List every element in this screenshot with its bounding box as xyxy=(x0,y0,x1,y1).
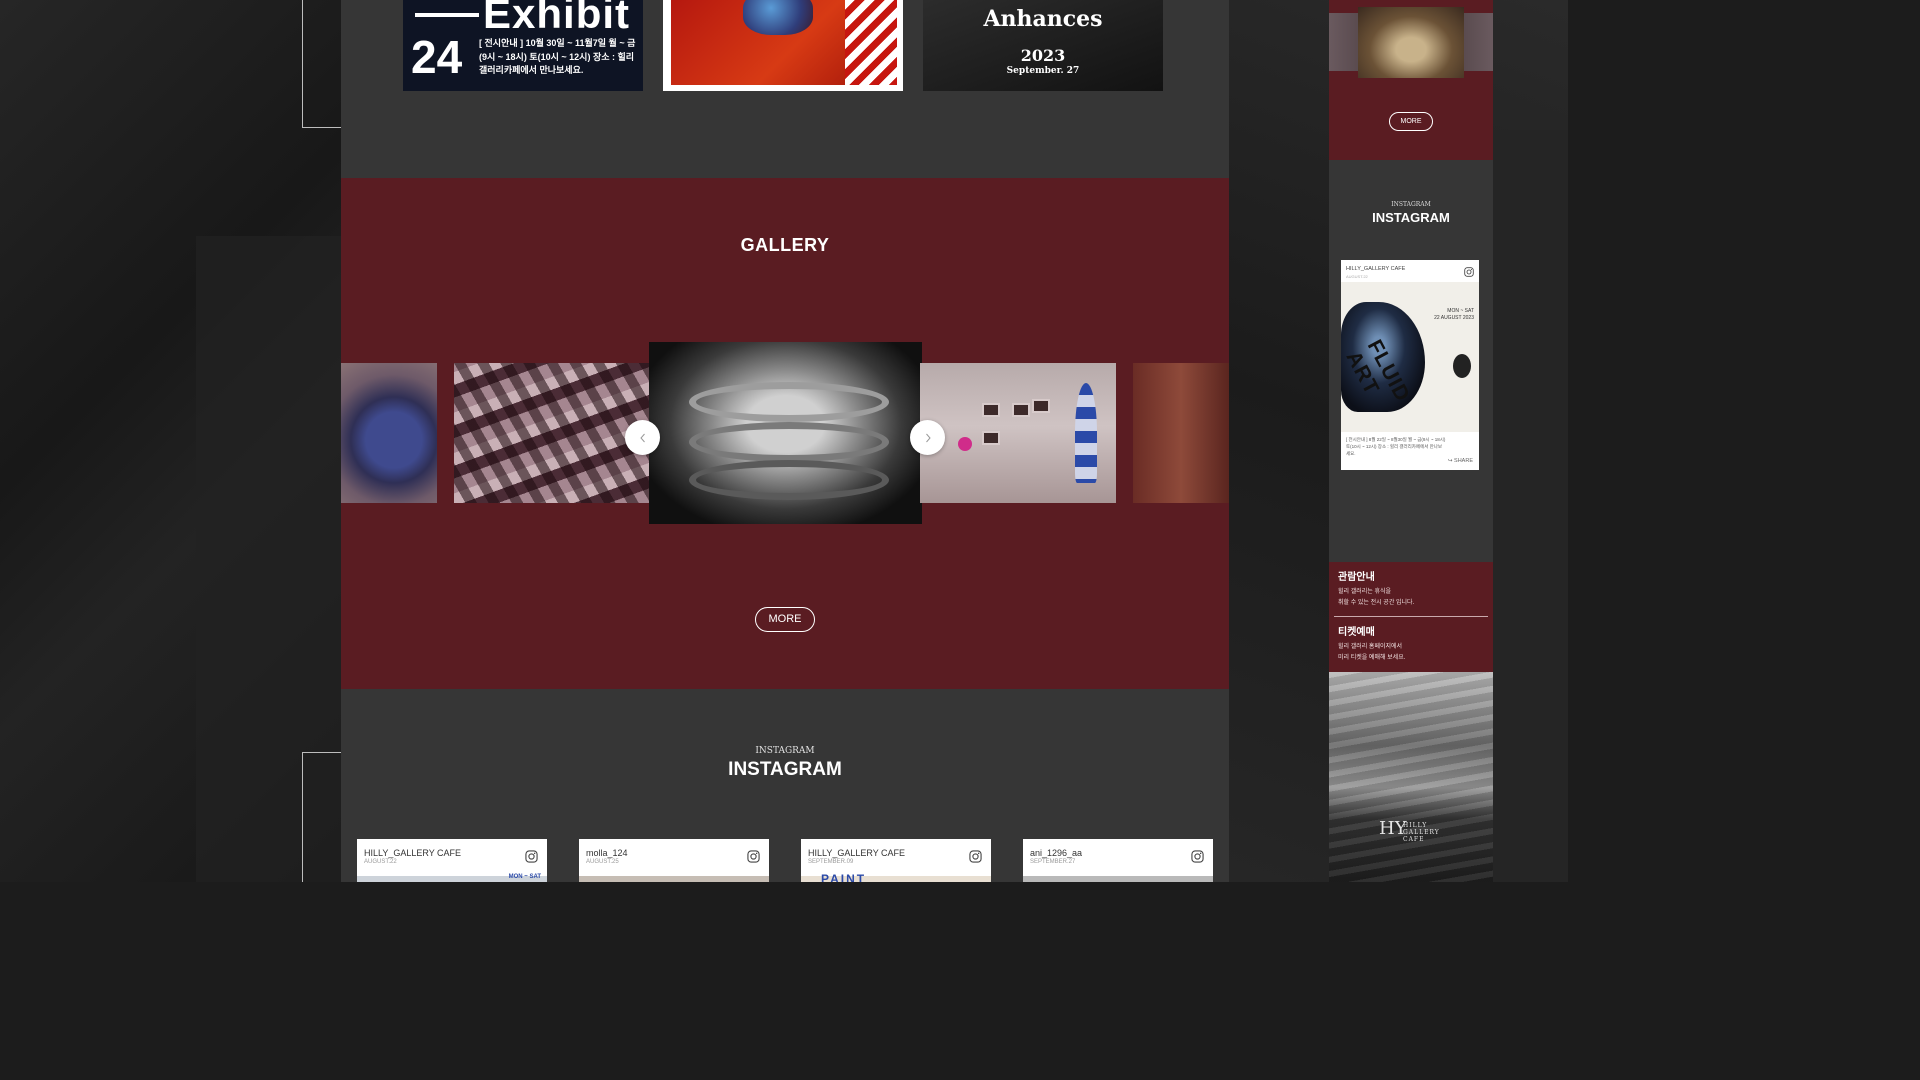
exhibit-word: Exhibit xyxy=(483,0,631,37)
exhibit-number: 24 xyxy=(411,31,463,83)
post-image-text: PAINT xyxy=(821,872,867,882)
chevron-left-icon xyxy=(639,433,645,442)
gallery-title: GALLERY xyxy=(740,235,830,255)
post-image: PAINT xyxy=(801,872,991,882)
post-image xyxy=(1023,876,1213,882)
ticket-heading[interactable]: 티켓예매 xyxy=(1338,623,1375,638)
logo-line: GALLERY xyxy=(1403,829,1440,836)
rocket-sculpture xyxy=(1075,383,1097,483)
visitor-info-line: 힐리 갤러리는 휴식을 xyxy=(1338,589,1392,595)
instagram-title: INSTAGRAM xyxy=(728,759,842,780)
ticket-line: 미리 티켓을 예매해 보세요. xyxy=(1338,655,1406,661)
poster-tagline-date: 22 AUGUST 2023 xyxy=(1434,315,1474,321)
exhibit-date: September. 27 xyxy=(1006,66,1080,76)
share-label: SHARE xyxy=(1454,458,1473,464)
post-user: HILLY_GALLERY CAFE xyxy=(1346,266,1406,272)
gallery-image-rocket-room[interactable] xyxy=(920,363,1116,503)
exhibit-year: 2023 xyxy=(1020,46,1066,65)
logo-line: CAFE xyxy=(1403,836,1425,843)
gallery-image-classic-hall[interactable] xyxy=(1133,363,1229,503)
chevron-right-icon xyxy=(925,433,931,442)
gallery-prev-button[interactable] xyxy=(625,420,660,455)
visitor-info-heading: 관람안내 xyxy=(1338,572,1375,583)
pebble-image xyxy=(1453,354,1471,378)
instagram-post[interactable]: ani_1296_aa SEPTEMBER.27 xyxy=(1023,839,1213,882)
exhibit-card-exhibit[interactable]: Exhibit 24 [ 전시안내 ] 10월 30일 ~ 11월7일 월 ~ … xyxy=(403,0,643,91)
post-date: AUGUST.22 xyxy=(364,859,397,865)
gallery-image-balloon-dog[interactable] xyxy=(341,363,437,503)
ring xyxy=(689,422,889,462)
sidebar-more-button[interactable]: MORE xyxy=(1389,112,1433,131)
sculpture xyxy=(958,437,972,451)
background-right-panel xyxy=(1493,130,1568,882)
post-user: HILLY_GALLERY CAFE xyxy=(808,848,906,858)
gallery-more-button[interactable]: MORE xyxy=(755,607,815,632)
gallery-image-featured-architecture[interactable] xyxy=(649,342,922,524)
exhibit-info: [ 전시안내 ] 10월 30일 ~ 11월7일 월 ~ 금(9시 ~ 18시)… xyxy=(479,38,636,75)
post-image xyxy=(579,876,769,882)
post-date: AUGUST.22 xyxy=(1346,274,1368,279)
exhibit-card-poster[interactable] xyxy=(663,0,903,91)
ring xyxy=(689,460,889,500)
gallery-image-facade[interactable] xyxy=(454,363,650,503)
exhibit-card-anhances[interactable]: Anhances 2023 September. 27 xyxy=(923,0,1163,91)
divider xyxy=(1334,616,1488,617)
poster-tagline-days: MON ~ SAT xyxy=(1447,308,1474,314)
instagram-eyebrow: INSTAGRAM xyxy=(755,746,815,756)
post-date: SEPTEMBER.09 xyxy=(808,859,854,865)
sidebar-instagram-eyebrow: INSTAGRAM xyxy=(1391,201,1431,208)
frame xyxy=(982,431,1000,445)
mobile-preview-sidebar: MORE INSTAGRAM INSTAGRAM HILLY_GALLERY C… xyxy=(1329,0,1493,882)
instagram-icon[interactable] xyxy=(1191,850,1204,863)
post-user: HILLY_GALLERY CAFE xyxy=(364,848,462,858)
poster-stripes xyxy=(845,0,897,85)
post-date: SEPTEMBER.27 xyxy=(1030,859,1076,865)
gallery-section: GALLERY MORE xyxy=(341,178,1229,689)
ticket-line: 힐리 갤러리 홈페이지에서 xyxy=(1338,644,1403,650)
post-description: [ 전시안내 ] 8월 22일 ~ 8월30일 월 ~ 금(9시 ~ 18시) … xyxy=(1346,437,1446,456)
post-image: MON ~ SAT xyxy=(357,874,547,882)
instagram-post[interactable]: HILLY_GALLERY CAFE AUGUST.22 MON ~ SAT xyxy=(357,839,547,882)
exhibit-title: Anhances xyxy=(983,6,1103,32)
ring xyxy=(689,382,889,422)
sidebar-instagram-post[interactable]: HILLY_GALLERY CAFE AUGUST.22 FLUID ART M… xyxy=(1341,260,1479,470)
post-date: AUGUST.25 xyxy=(586,859,619,865)
post-user: ani_1296_aa xyxy=(1030,848,1083,858)
instagram-icon[interactable] xyxy=(525,850,538,863)
poster-tagline: MON ~ SAT 22 AUGUST 2023 xyxy=(1434,308,1474,322)
instagram-post[interactable]: molla_124 AUGUST.25 xyxy=(579,839,769,882)
frame xyxy=(1032,399,1050,413)
sidebar-instagram-title: INSTAGRAM xyxy=(1372,210,1450,225)
frame xyxy=(982,403,1000,417)
visitor-info-block: 관람안내 힐리 갤러리는 휴식을 취할 수 있는 전시 공간 입니다. 티켓예매 … xyxy=(1329,562,1493,672)
share-button[interactable]: ↪ SHARE xyxy=(1448,458,1473,464)
sidebar-gallery-block: MORE xyxy=(1329,0,1493,160)
instagram-icon[interactable] xyxy=(747,850,760,863)
sidebar-footer-image: HY HILLY GALLERY CAFE xyxy=(1329,672,1493,882)
title-bar xyxy=(415,13,479,17)
post-user: molla_124 xyxy=(586,848,628,858)
fluid-art-poster: FLUID ART MON ~ SAT 22 AUGUST 2023 xyxy=(1341,282,1479,432)
instagram-icon[interactable] xyxy=(969,850,982,863)
post-image-text: MON ~ SAT xyxy=(508,874,541,880)
frame xyxy=(1012,403,1030,417)
visitor-info-line: 취할 수 있는 전시 공간 입니다. xyxy=(1338,600,1415,606)
instagram-post[interactable]: HILLY_GALLERY CAFE SEPTEMBER.09 PAINT xyxy=(801,839,991,882)
hands-image xyxy=(743,0,813,35)
sidebar-banner-featured[interactable] xyxy=(1358,7,1464,78)
instagram-icon[interactable] xyxy=(1464,267,1474,277)
gallery-next-button[interactable] xyxy=(910,420,945,455)
visitor-info-text: 힐리 갤러리는 휴식을취할 수 있는 전시 공간 입니다. xyxy=(1338,587,1488,609)
ticket-text: 힐리 갤러리 홈페이지에서미리 티켓을 예매해 보세요. xyxy=(1338,642,1488,664)
logo-text: HILLY GALLERY CAFE xyxy=(1403,822,1440,843)
logo-line: HILLY xyxy=(1403,822,1428,829)
main-content: Exhibit 24 [ 전시안내 ] 10월 30일 ~ 11월7일 월 ~ … xyxy=(341,0,1229,882)
